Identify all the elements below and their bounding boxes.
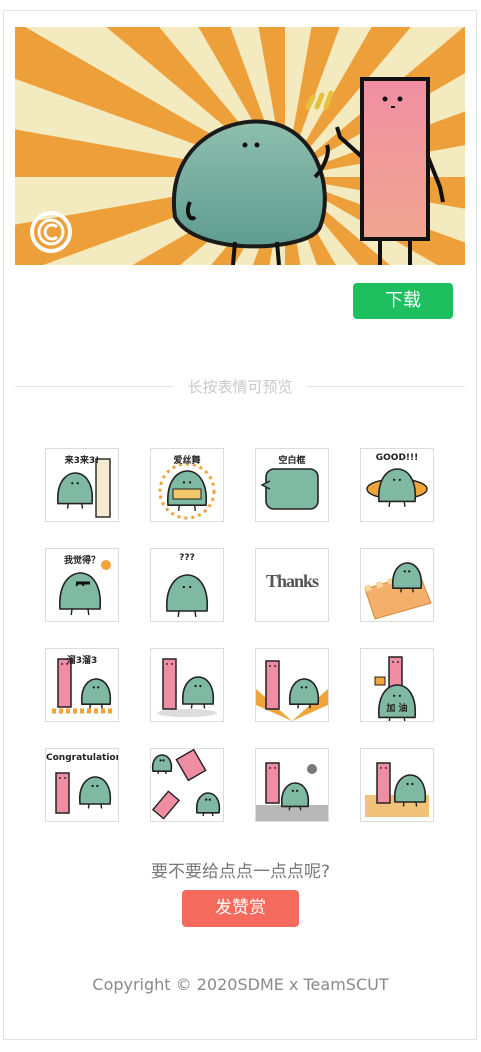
falling-duo-sticker[interactable] bbox=[150, 748, 224, 822]
congrats-duo-sticker[interactable]: Congratulations bbox=[45, 748, 119, 822]
cheer-sign-sticker[interactable]: 加 油 bbox=[360, 648, 434, 722]
run-away-sticker[interactable]: 溜3溜3 bbox=[45, 648, 119, 722]
preview-divider: 长按表情可预览 bbox=[15, 376, 465, 398]
blanket-blob-sticker[interactable] bbox=[360, 548, 434, 622]
banner-image bbox=[15, 27, 465, 265]
sad-rain-sticker[interactable] bbox=[255, 748, 329, 822]
divider-line-left bbox=[15, 386, 173, 387]
sticker-caption: GOOD!!! bbox=[375, 453, 419, 463]
sticker-caption: Congratulations bbox=[46, 753, 118, 763]
thinking-blob-sticker[interactable]: 我觉得？ bbox=[45, 548, 119, 622]
door-blob-sticker[interactable]: 来3来3! bbox=[45, 448, 119, 522]
good-ring-sticker[interactable]: GOOD!!! bbox=[360, 448, 434, 522]
divider-line-right bbox=[307, 386, 465, 387]
sparkle-blob-sticker[interactable]: 爱丝舞 bbox=[150, 448, 224, 522]
speech-bubble-sticker[interactable]: 空白框 bbox=[255, 448, 329, 522]
preview-hint-text: 长按表情可预览 bbox=[187, 378, 293, 396]
reward-button[interactable]: 发赞赏 bbox=[182, 890, 299, 927]
celebrate-duo-sticker[interactable] bbox=[360, 748, 434, 822]
sunburst-duo-sticker[interactable] bbox=[255, 648, 329, 722]
sticker-caption: 爱丝舞 bbox=[173, 456, 201, 466]
reward-question: 要不要给点点一点点呢? bbox=[150, 862, 331, 882]
sticker-caption: Thanks bbox=[265, 571, 319, 591]
sticker-caption: 溜3溜3 bbox=[66, 656, 98, 666]
confused-blob-sticker[interactable]: ??? bbox=[150, 548, 224, 622]
sticker-caption: 加 油 bbox=[386, 704, 408, 714]
thanks-text-sticker[interactable]: Thanks bbox=[255, 548, 329, 622]
copyright-text: Copyright © 2020SDME x TeamSCUT bbox=[92, 975, 389, 994]
sticker-caption: 来3来3! bbox=[64, 456, 100, 466]
sticker-caption: 空白框 bbox=[278, 456, 306, 466]
download-button[interactable]: 下载 bbox=[353, 283, 453, 319]
sticker-caption: 我觉得？ bbox=[63, 556, 100, 566]
sticker-caption: ??? bbox=[179, 553, 195, 563]
handshake-sticker[interactable] bbox=[150, 648, 224, 722]
